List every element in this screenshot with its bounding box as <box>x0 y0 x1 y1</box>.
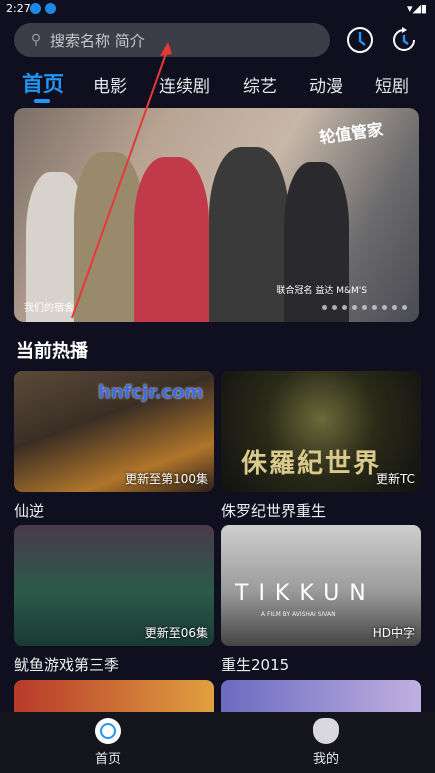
bottom-nav: 首页 我的 <box>0 712 435 773</box>
home-icon <box>95 718 121 744</box>
nav-home-label: 首页 <box>94 752 121 767</box>
annotation-arrow <box>71 42 172 319</box>
profile-icon <box>313 718 339 744</box>
nav-home[interactable]: 首页 <box>68 718 148 767</box>
nav-profile[interactable]: 我的 <box>286 718 366 767</box>
nav-profile-label: 我的 <box>312 752 339 767</box>
